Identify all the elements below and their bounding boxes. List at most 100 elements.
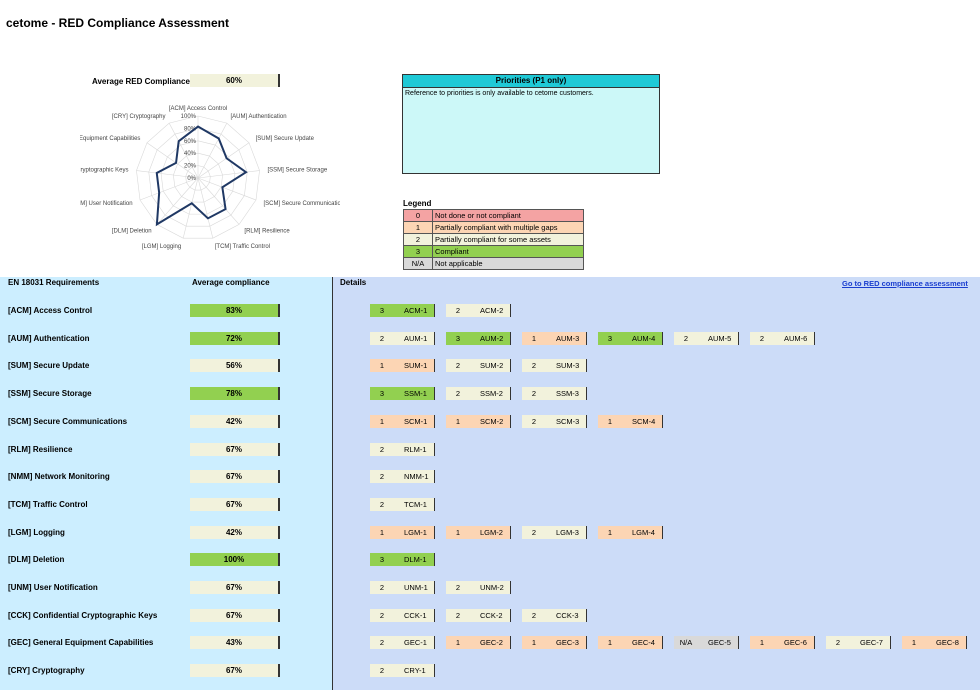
detail-chip[interactable]: 2 ACM-2 — [446, 304, 511, 317]
detail-chip[interactable]: 2 SUM-3 — [522, 359, 587, 373]
chip-id: SCM-3 — [556, 416, 580, 426]
chip-id: CCK-3 — [556, 610, 579, 620]
detail-chip[interactable]: 2 SSM-3 — [522, 387, 587, 401]
radar-axis-label: [LGM] Logging — [142, 244, 181, 250]
detail-chip[interactable]: 1 AUM-3 — [522, 331, 587, 345]
chip-id: LGM-2 — [480, 527, 503, 537]
detail-chip[interactable]: 2 AUM-5 — [674, 331, 739, 345]
detail-chip[interactable]: 2 SUM-2 — [446, 359, 511, 373]
chip-id: AUM-4 — [632, 333, 656, 343]
chip-score: 2 — [835, 638, 841, 648]
chip-id: GEC-7 — [860, 638, 883, 648]
detail-chip[interactable]: 3 AUM-2 — [446, 331, 511, 345]
chip-score: 3 — [379, 389, 385, 399]
chip-score: 1 — [455, 416, 461, 426]
detail-chip[interactable]: 2 RLM-1 — [370, 442, 435, 456]
detail-chip[interactable]: 2 UNM-2 — [446, 581, 511, 594]
requirement-name: [NMM] Network Monitoring — [8, 472, 110, 482]
legend: Legend 0 Not done or not compliant 1 Partia… — [403, 199, 584, 270]
detail-chip[interactable]: 1 LGM-1 — [370, 525, 435, 539]
chip-score: 2 — [379, 583, 385, 592]
detail-chip[interactable]: 1 GEC-3 — [522, 636, 587, 650]
chip-score: 1 — [911, 638, 917, 648]
chip-score: 2 — [683, 333, 689, 343]
chip-id: AUM-5 — [708, 333, 732, 343]
detail-chip[interactable]: 2 TCM-1 — [370, 497, 435, 511]
chip-id: LGM-3 — [556, 527, 579, 537]
detail-chip[interactable]: 2 CCK-2 — [446, 608, 511, 622]
requirement-average: 83% — [190, 304, 280, 317]
detail-chip[interactable]: 1 LGM-2 — [446, 525, 511, 539]
detail-chip[interactable]: 3 DLM-1 — [370, 553, 435, 567]
detail-chip[interactable]: 1 LGM-4 — [598, 525, 663, 539]
detail-chip[interactable]: 2 GEC-1 — [370, 636, 435, 650]
chip-score: 2 — [379, 610, 385, 620]
detail-chip[interactable]: 3 AUM-4 — [598, 331, 663, 345]
requirement-name: [AUM] Authentication — [8, 333, 90, 343]
detail-chip[interactable]: 2 CCK-3 — [522, 608, 587, 622]
detail-chip[interactable]: N/A GEC-5 — [674, 636, 739, 650]
detail-chip[interactable]: 3 ACM-1 — [370, 304, 435, 317]
legend-key: 1 — [404, 222, 433, 233]
detail-chip[interactable]: 2 AUM-1 — [370, 331, 435, 345]
chip-score: 1 — [379, 416, 385, 426]
chip-score: 2 — [531, 527, 537, 537]
requirement-average: 56% — [190, 359, 280, 373]
detail-chip[interactable]: 2 CCK-1 — [370, 608, 435, 622]
chip-id: AUM-6 — [784, 333, 808, 343]
requirement-average: 67% — [190, 470, 280, 484]
radar-axis-label: [CCK] Confidential Cryptographic Keys — [80, 168, 129, 174]
legend-item: 3 Compliant — [403, 246, 584, 258]
chip-id: CCK-1 — [404, 610, 427, 620]
detail-chip[interactable]: 2 NMM-1 — [370, 470, 435, 484]
chip-score: 2 — [759, 333, 765, 343]
chip-score: 2 — [455, 610, 461, 620]
detail-chip[interactable]: 2 SSM-2 — [446, 387, 511, 401]
detail-chip[interactable]: 1 GEC-6 — [750, 636, 815, 650]
chip-score: 2 — [531, 361, 537, 371]
detail-chip[interactable]: 2 CRY-1 — [370, 664, 435, 678]
requirement-average: 43% — [190, 636, 280, 650]
chip-id: SSM-3 — [556, 389, 579, 399]
chip-id: SCM-1 — [404, 416, 428, 426]
chip-score: 2 — [379, 444, 385, 454]
detail-chip[interactable]: 1 GEC-2 — [446, 636, 511, 650]
chip-id: CRY-1 — [404, 666, 426, 676]
chip-score: 2 — [455, 306, 461, 315]
requirement-name: [LGM] Logging — [8, 527, 65, 537]
detail-chip[interactable]: 2 SCM-3 — [522, 414, 587, 428]
radar-spoke — [197, 177, 240, 225]
requirement-average: 67% — [190, 608, 280, 622]
priorities-title: Priorities (P1 only) — [403, 75, 659, 88]
requirement-average: 67% — [190, 442, 280, 456]
detail-chip[interactable]: 1 SUM-1 — [370, 359, 435, 373]
detail-chip[interactable]: 1 SCM-4 — [598, 414, 663, 428]
requirement-name: [GEC] General Equipment Capabilities — [8, 638, 154, 648]
detail-chip[interactable]: 2 GEC-7 — [826, 636, 891, 650]
chip-score: 2 — [379, 333, 385, 343]
legend-item: 2 Partially compliant for some assets — [403, 234, 584, 246]
chip-id: CCK-2 — [480, 610, 503, 620]
radar-axis-label: [GEC] General Equipment Capabilities — [80, 136, 140, 142]
priorities-text: Reference to priorities is only availabl… — [405, 90, 594, 97]
detail-chip[interactable]: 2 UNM-1 — [370, 581, 435, 594]
chip-id: ACM-2 — [480, 306, 504, 315]
page-title: cetome - RED Compliance Assessment — [6, 16, 229, 30]
requirement-average: 42% — [190, 414, 280, 428]
detail-chip[interactable]: 3 SSM-1 — [370, 387, 435, 401]
detail-chip[interactable]: 1 SCM-1 — [370, 414, 435, 428]
chip-score: 1 — [531, 333, 537, 343]
requirement-average: 78% — [190, 387, 280, 401]
requirement-average: 67% — [190, 581, 280, 594]
detail-chip[interactable]: 1 GEC-8 — [902, 636, 967, 650]
average-compliance-value: 60% — [190, 74, 280, 87]
detail-chip[interactable]: 2 LGM-3 — [522, 525, 587, 539]
go-to-assessment-link[interactable]: Go to RED compliance assessment — [842, 279, 968, 288]
detail-chip[interactable]: 1 SCM-2 — [446, 414, 511, 428]
detail-chip[interactable]: 1 GEC-4 — [598, 636, 663, 650]
detail-chip[interactable]: 2 AUM-6 — [750, 331, 815, 345]
legend-key: 2 — [404, 234, 433, 245]
compliance-radar-chart: 100%80%60%40%20%0%[ACM] Access Control[A… — [80, 106, 340, 250]
chip-score: 2 — [531, 389, 537, 399]
chip-id: AUM-2 — [480, 333, 504, 343]
